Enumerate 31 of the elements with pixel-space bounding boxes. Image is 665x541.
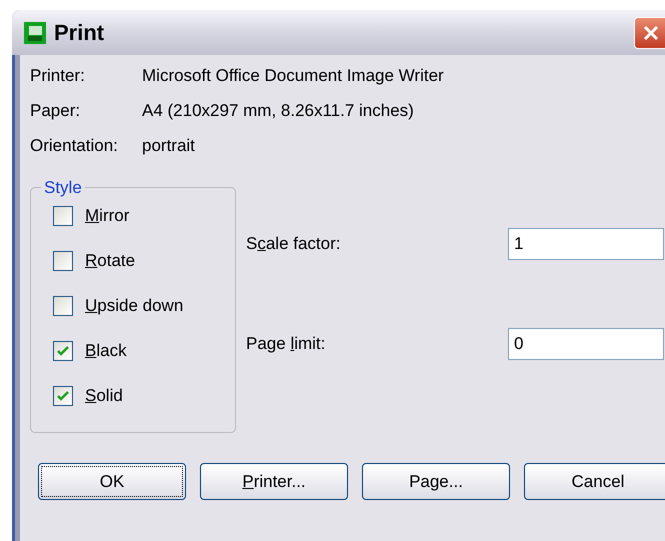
info-label: Printer:: [30, 65, 86, 88]
dialog-button[interactable]: OK: [38, 463, 186, 500]
checkbox[interactable]: [53, 206, 73, 226]
checkbox-label: Solid: [85, 384, 123, 407]
checkbox-label: Upside down: [85, 294, 184, 317]
window-title: Print: [54, 19, 104, 47]
field-label: Scale factor:: [246, 233, 342, 256]
checkbox-label: Rotate: [85, 250, 136, 272]
checkbox[interactable]: [53, 250, 73, 270]
checkmark-icon: [57, 346, 69, 356]
info-value: portrait: [142, 135, 195, 158]
dialog-button[interactable]: Page...: [362, 463, 510, 500]
close-icon: [642, 24, 660, 42]
checkbox[interactable]: [53, 340, 73, 360]
info-label: Paper:: [30, 100, 82, 122]
input-field[interactable]: 0: [508, 328, 664, 360]
checkbox-label: Mirror: [85, 204, 130, 227]
input-field[interactable]: 1: [508, 228, 664, 260]
info-value: Microsoft Office Document Image Writer: [142, 65, 444, 88]
info-label: Orientation:: [30, 135, 119, 158]
info-value: A4 (210x297 mm, 8.26x11.7 inches): [142, 100, 414, 122]
dialog-button[interactable]: Printer...: [200, 463, 348, 500]
printer-app-icon: [24, 22, 46, 44]
checkmark-icon: [57, 390, 69, 400]
group-title: Style: [43, 177, 83, 199]
field-label: Page limit:: [246, 333, 326, 356]
checkbox-label: Black: [85, 340, 127, 362]
close-button[interactable]: [634, 16, 665, 48]
checkbox[interactable]: [53, 296, 73, 316]
checkbox[interactable]: [53, 386, 73, 406]
dialog-button[interactable]: Cancel: [524, 463, 665, 500]
